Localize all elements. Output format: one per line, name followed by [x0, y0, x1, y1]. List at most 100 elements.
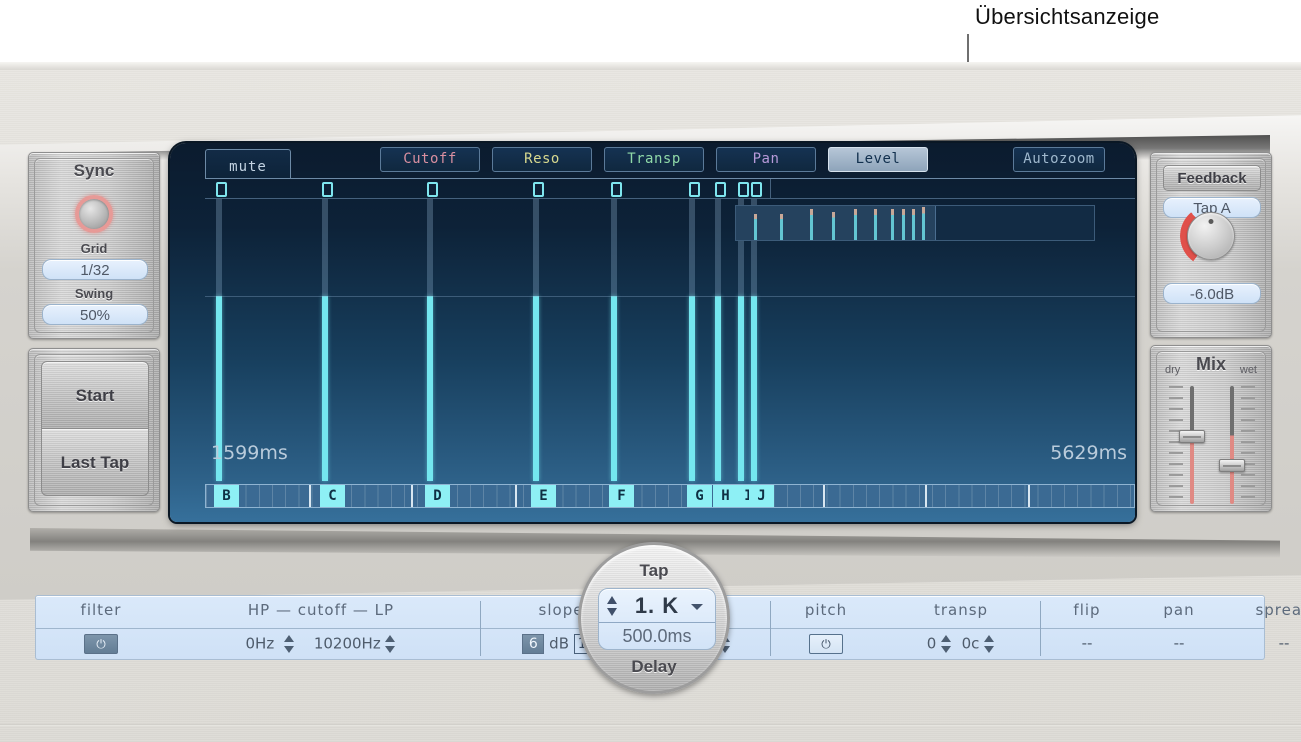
mute-marker[interactable]: [611, 182, 622, 197]
tap-bar[interactable]: [427, 199, 433, 481]
mute-marker[interactable]: [533, 182, 544, 197]
transp-group-value[interactable]: 0 0c: [881, 634, 1041, 654]
last-tap-button[interactable]: Last Tap: [41, 428, 149, 496]
tap-ruler-label[interactable]: H: [713, 485, 738, 507]
mute-marker[interactable]: [322, 182, 333, 197]
autozoom-button[interactable]: Autozoom: [1013, 147, 1105, 172]
feedback-knob[interactable]: [1180, 205, 1242, 267]
ruler-bar-separator: [925, 485, 927, 507]
tap-dial-top-label: Tap: [581, 561, 727, 581]
tap-bar[interactable]: [533, 199, 539, 481]
mix-panel: Mix dry wet: [1150, 345, 1272, 512]
feedback-panel: Feedback Tap A -6.0dB: [1150, 152, 1272, 338]
cutoff-group-value[interactable]: 0Hz 10200Hz: [161, 634, 481, 654]
tap-ruler-label[interactable]: G: [687, 485, 712, 507]
ruler-tick-marks: [206, 485, 1134, 507]
tap-bar[interactable]: [689, 199, 695, 481]
overview-tap-bar: [891, 209, 894, 240]
hp-cutoff-value[interactable]: 0Hz: [246, 635, 275, 653]
tap-ruler-label[interactable]: J: [749, 485, 774, 507]
tap-time-value[interactable]: 500.0ms: [599, 626, 715, 647]
sync-led-icon[interactable]: [75, 195, 113, 233]
mute-marker-strip[interactable]: [205, 179, 1135, 199]
tap-display[interactable]: mute Cutoff Reso Transp Pan Level Autozoom 1…: [170, 143, 1135, 522]
tap-bar-level: [738, 296, 744, 481]
wet-slider-thumb[interactable]: [1219, 459, 1245, 472]
tap-ruler-label[interactable]: D: [425, 485, 450, 507]
flip-group: flip --: [1041, 596, 1133, 661]
overview-selection-region[interactable]: [736, 206, 936, 240]
tap-bar[interactable]: [322, 199, 328, 481]
time-start-label: 1599ms: [211, 442, 288, 464]
mute-marker[interactable]: [216, 182, 227, 197]
flip-group-value[interactable]: --: [1041, 634, 1133, 652]
overview-tap-bar: [902, 209, 905, 240]
mute-marker[interactable]: [715, 182, 726, 197]
tap-bar[interactable]: [738, 199, 744, 481]
filter-group-value[interactable]: ⏻: [41, 634, 161, 654]
dry-slider-ticks: [1169, 386, 1183, 504]
flip-group-header: flip: [1041, 601, 1133, 619]
mute-marker[interactable]: [689, 182, 700, 197]
view-button-reso[interactable]: Reso: [492, 147, 592, 172]
mute-marker[interactable]: [751, 182, 762, 197]
start-button[interactable]: Start: [41, 361, 149, 429]
feedback-knob-indicator: [1209, 219, 1214, 224]
tap-bar-level: [751, 296, 757, 481]
slope-6db-option[interactable]: 6: [522, 634, 544, 654]
chevron-down-icon[interactable]: [691, 604, 703, 610]
transp-cents-value[interactable]: 0c: [962, 635, 980, 653]
tap-bar[interactable]: [751, 199, 757, 481]
feedback-value-field[interactable]: -6.0dB: [1163, 283, 1261, 304]
swing-label: Swing: [29, 286, 159, 301]
cutoff-group-header: HP — cutoff — LP: [161, 601, 481, 619]
tap-plot-area[interactable]: 1599ms 5629ms 4 4: [205, 199, 1135, 481]
swing-value-field[interactable]: 50%: [42, 304, 148, 325]
lp-cutoff-value[interactable]: 10200Hz: [314, 635, 381, 653]
view-button-cutoff[interactable]: Cutoff: [380, 147, 480, 172]
dry-slider-thumb[interactable]: [1179, 430, 1205, 443]
grid-value-field[interactable]: 1/32: [42, 259, 148, 280]
hp-cutoff-stepper[interactable]: [284, 634, 295, 654]
tap-ruler-label[interactable]: E: [531, 485, 556, 507]
filter-group: filter⏻: [41, 596, 161, 661]
pitch-group-value[interactable]: ⏻: [771, 634, 881, 654]
tap-bar[interactable]: [715, 199, 721, 481]
tab-mute[interactable]: mute: [205, 149, 291, 179]
view-button-level[interactable]: Level: [828, 147, 928, 172]
pan-group-value[interactable]: --: [1133, 634, 1225, 652]
tap-ruler-label[interactable]: F: [609, 485, 634, 507]
tap-selector-field[interactable]: 1. K 500.0ms: [598, 588, 716, 650]
plot-level-gridline: [205, 296, 1135, 297]
dry-slider-track: [1190, 386, 1194, 504]
overview-tap-bar: [912, 209, 915, 240]
tap-bar[interactable]: [611, 199, 617, 481]
mute-marker[interactable]: [738, 182, 749, 197]
pitch-power-button[interactable]: ⏻: [809, 634, 843, 654]
transp-cents-stepper[interactable]: [984, 634, 995, 654]
wet-slider[interactable]: [1209, 386, 1255, 504]
ruler-bar-separator: [309, 485, 311, 507]
tap-delay-dial[interactable]: Tap 1. K 500.0ms Delay: [578, 542, 730, 694]
transp-group-header: transp: [881, 601, 1041, 619]
mute-marker[interactable]: [427, 182, 438, 197]
view-button-transp[interactable]: Transp: [604, 147, 704, 172]
tap-ruler[interactable]: • • • • • BCDEFGHIJ: [205, 484, 1135, 508]
transp-semitone-value[interactable]: 0: [927, 635, 937, 653]
tap-bar-level: [322, 296, 328, 481]
tap-bar-level: [611, 296, 617, 481]
view-button-pan[interactable]: Pan: [716, 147, 816, 172]
transp-semitone-stepper[interactable]: [941, 634, 952, 654]
feedback-button[interactable]: Feedback: [1163, 165, 1261, 191]
tap-ruler-label[interactable]: B: [214, 485, 239, 507]
spread-group-header: spread: [1225, 601, 1301, 619]
tap-bar-level: [715, 296, 721, 481]
spread-group-value[interactable]: --: [1225, 634, 1301, 652]
ruler-bar-separator: [515, 485, 517, 507]
filter-power-button[interactable]: ⏻: [84, 634, 118, 654]
display-toolbar: mute Cutoff Reso Transp Pan Level Autozoom: [170, 143, 1135, 179]
lp-cutoff-stepper[interactable]: [385, 634, 396, 654]
overview-display[interactable]: [735, 205, 1095, 241]
tap-bar[interactable]: [216, 199, 222, 481]
tap-ruler-label[interactable]: C: [320, 485, 345, 507]
